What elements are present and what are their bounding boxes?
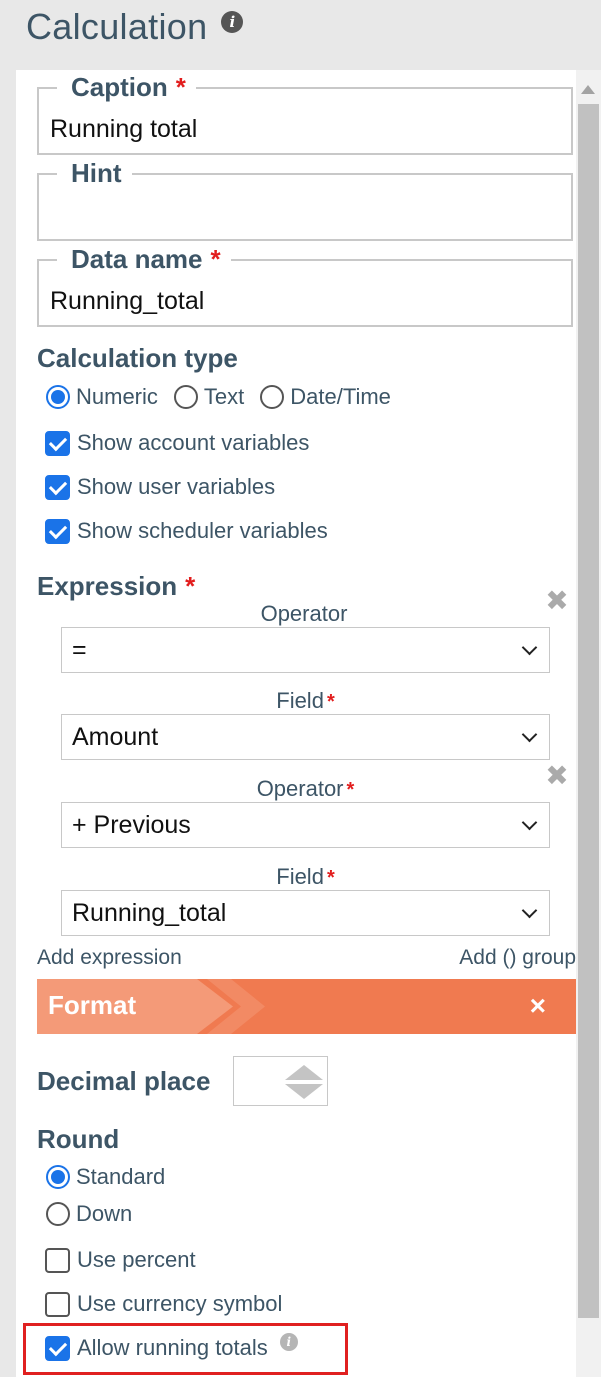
use-percent-checkbox[interactable] (45, 1247, 70, 1273)
format-title: Format (48, 990, 137, 1020)
allow-running-totals-row[interactable]: Allow running totals i (45, 1333, 298, 1361)
data-name-field[interactable]: Data name * Running_total (37, 242, 573, 327)
use-currency-symbol-label[interactable]: Use currency symbol (77, 1291, 282, 1317)
field-select-1-value: Amount (72, 723, 159, 751)
use-currency-symbol-checkbox[interactable] (45, 1291, 70, 1317)
radio-round-down-label[interactable]: Down (76, 1201, 132, 1227)
field-select-2-value: Running_total (72, 899, 227, 927)
info-icon[interactable]: i (279, 1333, 298, 1351)
use-percent-label[interactable]: Use percent (77, 1247, 196, 1273)
radio-numeric[interactable] (46, 385, 70, 409)
show-user-variables-label[interactable]: Show user variables (77, 474, 275, 500)
operator-select-2[interactable]: + Previous (61, 802, 550, 848)
radio-round-standard[interactable] (46, 1165, 70, 1189)
chevron-down-icon (521, 814, 538, 831)
close-icon[interactable]: × (530, 989, 546, 1023)
chevron-down-icon (521, 639, 538, 656)
calculation-type-options: Numeric Text Date/Time (46, 384, 407, 410)
caption-field[interactable]: Caption * Running total (37, 70, 573, 155)
calculation-panel: Caption * Running total Hint Data name * R… (16, 70, 576, 1377)
show-user-variables-checkbox[interactable] (45, 474, 70, 500)
use-currency-symbol-row[interactable]: Use currency symbol (45, 1291, 282, 1317)
data-name-input[interactable]: Running_total (50, 287, 204, 316)
field-select-1[interactable]: Amount (61, 714, 550, 760)
page-title: Calculation (26, 6, 208, 47)
field-select-2[interactable]: Running_total (61, 890, 550, 936)
operator-select-1-value: = (72, 636, 87, 664)
expression-row-2-label: Field * (276, 688, 335, 713)
chevron-down-icon (521, 902, 538, 919)
show-account-variables-checkbox[interactable] (45, 430, 70, 456)
calculation-type-title: Calculation type (37, 343, 238, 373)
scroll-thumb[interactable] (578, 104, 599, 1318)
add-expression-link[interactable]: Add expression (37, 946, 182, 970)
round-standard-row[interactable]: Standard (46, 1164, 181, 1190)
expression-row-3-label: Operator * (256, 776, 355, 801)
stepper-up-icon[interactable] (285, 1065, 323, 1080)
hint-label: Hint (57, 156, 132, 190)
decimal-place-label: Decimal place (37, 1066, 211, 1096)
show-scheduler-variables-row[interactable]: Show scheduler variables (45, 518, 328, 544)
radio-round-down[interactable] (46, 1202, 70, 1226)
round-title: Round (37, 1124, 120, 1154)
show-account-variables-row[interactable]: Show account variables (45, 430, 309, 456)
use-percent-row[interactable]: Use percent (45, 1247, 196, 1273)
chevron-down-icon (521, 726, 538, 743)
radio-datetime-label[interactable]: Date/Time (290, 384, 391, 410)
caption-label: Caption * (57, 70, 196, 104)
expression-row-4-label: Field * (276, 864, 335, 889)
required-mark: * (210, 244, 221, 274)
allow-running-totals-label[interactable]: Allow running totals (77, 1335, 268, 1361)
expression-row-1-label: Operator (260, 601, 348, 626)
radio-text[interactable] (173, 385, 198, 409)
page-header: Calculation i (26, 6, 244, 52)
hint-field[interactable]: Hint (37, 156, 573, 241)
add-group-link[interactable]: Add () group (459, 946, 576, 970)
show-scheduler-variables-label[interactable]: Show scheduler variables (77, 518, 328, 544)
allow-running-totals-checkbox[interactable] (45, 1335, 70, 1361)
data-name-label: Data name * (57, 242, 231, 276)
info-icon[interactable]: i (221, 11, 244, 33)
operator-select-1[interactable]: = (61, 627, 550, 673)
radio-numeric-label[interactable]: Numeric (76, 384, 158, 410)
radio-round-standard-label[interactable]: Standard (76, 1164, 165, 1190)
format-section-header[interactable]: Format × (37, 979, 576, 1034)
caption-input[interactable]: Running total (50, 115, 197, 144)
radio-datetime[interactable] (260, 385, 285, 409)
show-account-variables-label[interactable]: Show account variables (77, 430, 309, 456)
vertical-scrollbar[interactable] (576, 70, 601, 1377)
operator-select-2-value: + Previous (72, 811, 191, 839)
radio-text-label[interactable]: Text (204, 384, 244, 410)
decimal-place-stepper[interactable] (233, 1056, 328, 1106)
stepper-down-icon[interactable] (285, 1084, 323, 1099)
show-user-variables-row[interactable]: Show user variables (45, 474, 275, 500)
required-mark: * (185, 571, 196, 601)
round-down-row[interactable]: Down (46, 1201, 148, 1227)
required-mark: * (175, 72, 186, 102)
expression-title: Expression * (37, 571, 196, 601)
scroll-up-arrow-icon[interactable] (581, 85, 595, 94)
show-scheduler-variables-checkbox[interactable] (45, 518, 70, 544)
